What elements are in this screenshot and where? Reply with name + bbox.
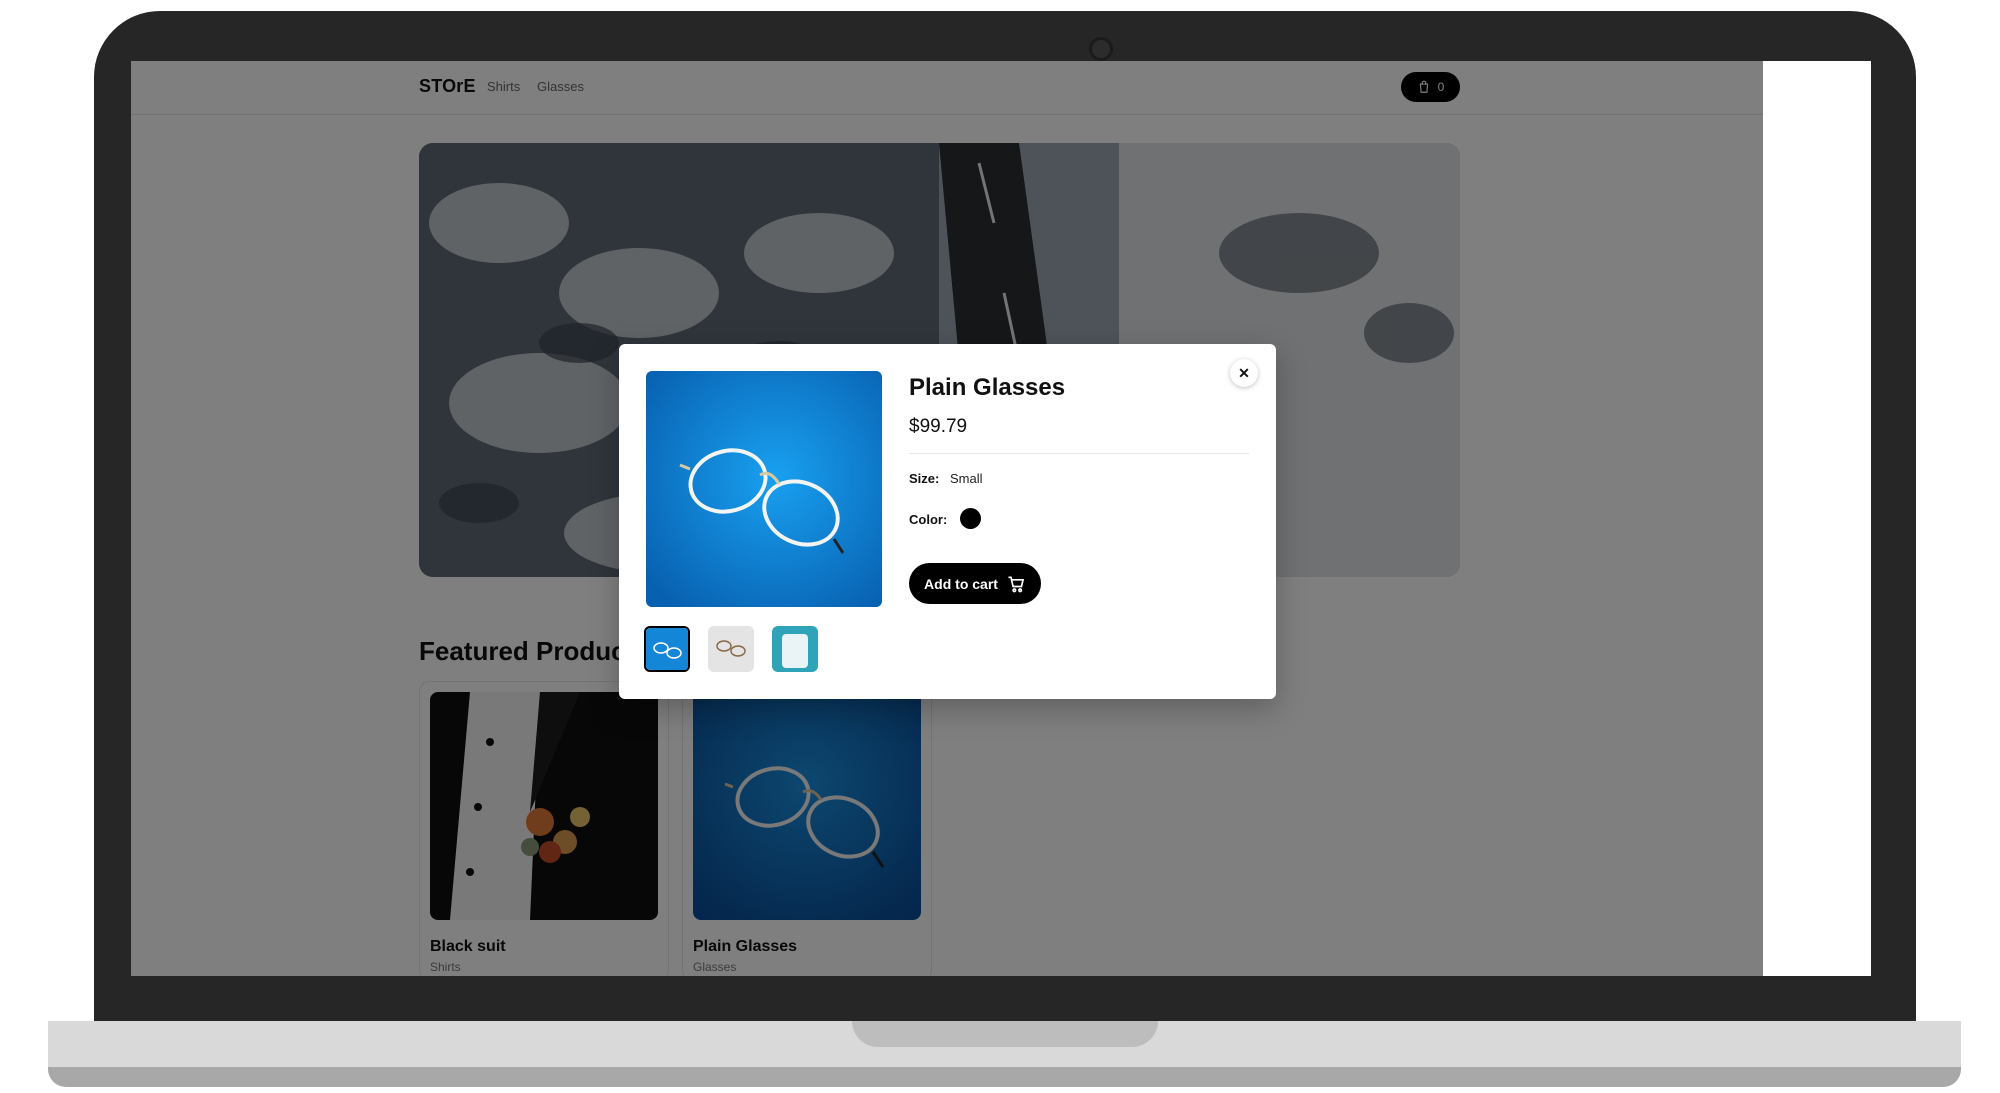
laptop-mockup: STOrE Shirts Glasses 0 [0, 0, 2000, 1093]
add-to-cart-button[interactable]: Add to cart [909, 563, 1041, 604]
screen: STOrE Shirts Glasses 0 [131, 61, 1871, 976]
product-preview-modal: ✕ Plain Glasses $99.79 Size: Small Color… [619, 344, 1276, 699]
laptop-base-edge [48, 1067, 1961, 1087]
size-label: Size: [909, 471, 940, 486]
cart-icon [1008, 576, 1025, 592]
thumbnail-3[interactable] [772, 626, 818, 672]
product-main-image [646, 371, 882, 607]
color-label: Color: [909, 512, 948, 527]
thumbnail-1[interactable] [644, 626, 690, 672]
size-value: Small [950, 471, 983, 486]
close-icon: ✕ [1238, 364, 1250, 381]
close-button[interactable]: ✕ [1230, 359, 1258, 387]
product-title: Plain Glasses [909, 374, 1066, 401]
product-price: $99.79 [909, 416, 968, 437]
thumbnail-2[interactable] [708, 626, 754, 672]
store-page: STOrE Shirts Glasses 0 [131, 61, 1763, 976]
add-to-cart-label: Add to cart [924, 575, 998, 592]
laptop-notch [852, 1021, 1158, 1047]
webcam [1089, 37, 1113, 61]
divider [909, 453, 1249, 454]
color-swatch [960, 508, 981, 529]
